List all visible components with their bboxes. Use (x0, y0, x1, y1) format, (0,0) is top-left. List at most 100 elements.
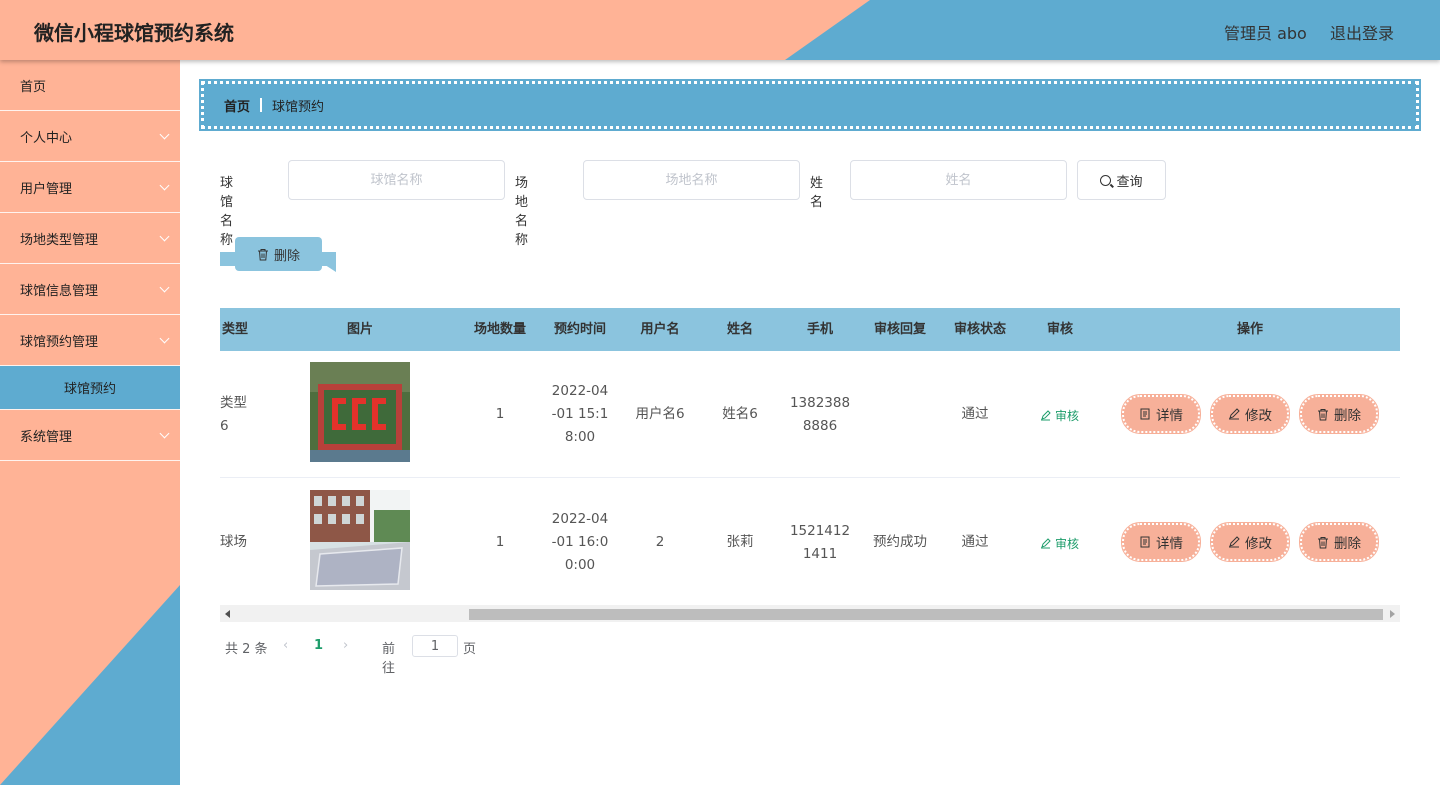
audit-link[interactable]: 审核 (1040, 535, 1079, 552)
sidebar-item-label: 球馆预约 (63, 382, 116, 397)
sidebar: 首页 个人中心 用户管理 场地类型管理 球馆信息管理 球馆预约管理 球馆预约 系… (0, 60, 180, 785)
audit-link[interactable]: 审核 (1040, 407, 1079, 424)
scroll-right-arrow-icon[interactable] (1390, 610, 1395, 618)
cell-phone-line: 1382388 (789, 395, 851, 411)
edit-icon (1041, 538, 1051, 549)
total-count: 共 2 条 (225, 642, 268, 657)
detail-button[interactable]: 详情 (1121, 394, 1201, 434)
delete-button[interactable]: 删除 (1299, 522, 1379, 562)
chevron-down-icon (159, 428, 170, 439)
person-name-label: 姓名 (810, 176, 824, 210)
cell-type: 类型 6 (220, 392, 260, 438)
edit-button[interactable]: 修改 (1210, 394, 1290, 434)
audit-label: 审核 (1055, 537, 1080, 551)
cell-status: 通过 (961, 406, 989, 422)
cell-name: 姓名6 (722, 406, 758, 422)
sidebar-item-booking-management[interactable]: 球馆预约管理 (0, 315, 180, 366)
venue-image (310, 490, 410, 590)
trash-icon (1318, 536, 1328, 548)
edit-icon (1041, 410, 1051, 421)
cell-type: 球场 (220, 531, 260, 554)
cell-name: 张莉 (726, 534, 754, 550)
cell-status: 通过 (961, 534, 989, 550)
detail-button[interactable]: 详情 (1121, 522, 1201, 562)
cell-time-line: 2022-04 (551, 511, 609, 527)
current-user: 管理员 abo (1224, 24, 1307, 43)
col-name: 姓名 (726, 322, 753, 337)
venue-name-label: 球馆名称 (220, 176, 234, 248)
breadcrumb: 首页 球馆预约 (199, 79, 1421, 131)
col-phone: 手机 (806, 322, 833, 337)
sidebar-item-label: 球馆信息管理 (20, 283, 99, 299)
edit-label: 修改 (1245, 408, 1272, 424)
booking-table: 类型 图片 场地数量 预约时间 用户名 姓名 手机 审核回复 审核状态 审核 操… (220, 308, 1400, 622)
cell-time-line: -01 15:1 (551, 406, 609, 422)
logout-link[interactable]: 退出登录 (1330, 20, 1394, 44)
sidebar-item-label: 用户管理 (20, 181, 73, 197)
chevron-down-icon (159, 180, 170, 191)
cell-phone-line: 1411 (802, 546, 838, 562)
delete-label: 删除 (1334, 536, 1361, 552)
table-header: 类型 图片 场地数量 预约时间 用户名 姓名 手机 审核回复 审核状态 审核 操… (220, 308, 1400, 351)
horizontal-scrollbar[interactable] (220, 605, 1400, 622)
delete-button[interactable]: 删除 (1299, 394, 1379, 434)
prev-page-icon[interactable]: ‹ (283, 638, 288, 653)
sidebar-item-home[interactable]: 首页 (0, 60, 180, 111)
venue-image (310, 362, 410, 462)
cell-type-line: 6 (220, 418, 229, 434)
scrollbar-thumb[interactable] (469, 609, 1383, 620)
trash-icon (1318, 408, 1328, 420)
sidebar-item-field-type-management[interactable]: 场地类型管理 (0, 213, 180, 264)
delete-label: 删除 (1334, 408, 1361, 424)
breadcrumb-current: 球馆预约 (272, 99, 325, 115)
cell-reply: 预约成功 (873, 534, 927, 550)
cell-username: 用户名6 (635, 406, 685, 422)
person-name-input[interactable] (850, 160, 1067, 200)
cell-phone-line: 8886 (802, 418, 838, 434)
col-reply: 审核回复 (873, 322, 926, 337)
page-suffix: 页 (463, 642, 477, 657)
col-username: 用户名 (640, 322, 680, 337)
document-icon (1140, 408, 1150, 420)
trash-icon (257, 248, 268, 260)
breadcrumb-separator (260, 98, 263, 112)
edit-icon (1229, 536, 1240, 548)
table-row: 球场 1 2022-04 -01 16:0 0:00 2 张莉 1521412 … (220, 479, 1400, 606)
scroll-left-arrow-icon[interactable] (225, 610, 230, 618)
batch-delete-label: 删除 (273, 248, 300, 264)
app-title: 微信小程球馆预约系统 (34, 21, 234, 45)
cell-time: 2022-04 -01 15:1 8:00 (540, 380, 620, 449)
audit-label: 审核 (1055, 409, 1080, 423)
sidebar-item-system-management[interactable]: 系统管理 (0, 410, 180, 461)
edit-label: 修改 (1245, 536, 1272, 552)
edit-icon (1229, 408, 1240, 420)
sidebar-subitem-booking[interactable]: 球馆预约 (0, 366, 180, 410)
next-page-icon[interactable]: › (343, 638, 348, 653)
cell-type-line: 球场 (220, 534, 247, 550)
field-name-input[interactable] (583, 160, 800, 200)
edit-button[interactable]: 修改 (1210, 522, 1290, 562)
detail-label: 详情 (1156, 408, 1183, 424)
breadcrumb-home[interactable]: 首页 (224, 96, 250, 115)
cell-phone: 1521412 1411 (780, 520, 860, 566)
query-button-label: 查询 (1116, 174, 1143, 190)
cell-phone-line: 1521412 (789, 523, 851, 539)
sidebar-item-user-management[interactable]: 用户管理 (0, 162, 180, 213)
col-status: 审核状态 (953, 322, 1006, 337)
top-header: 微信小程球馆预约系统 管理员 abo 退出登录 (0, 0, 1440, 60)
chevron-down-icon (159, 333, 170, 344)
cell-time-line: 0:00 (564, 557, 596, 573)
batch-delete-button[interactable]: 删除 (235, 237, 322, 271)
goto-page-input[interactable] (412, 635, 458, 657)
venue-name-input[interactable] (288, 160, 505, 200)
col-count: 场地数量 (473, 322, 526, 337)
col-image: 图片 (346, 322, 373, 337)
query-button[interactable]: 查询 (1077, 160, 1166, 200)
chevron-down-icon (159, 231, 170, 242)
sidebar-item-personal-center[interactable]: 个人中心 (0, 111, 180, 162)
sidebar-item-venue-info-management[interactable]: 球馆信息管理 (0, 264, 180, 315)
cell-phone: 1382388 8886 (780, 392, 860, 438)
page-number[interactable]: 1 (314, 638, 323, 653)
cell-time-line: -01 16:0 (551, 534, 609, 550)
sidebar-item-label: 球馆预约管理 (20, 334, 99, 350)
